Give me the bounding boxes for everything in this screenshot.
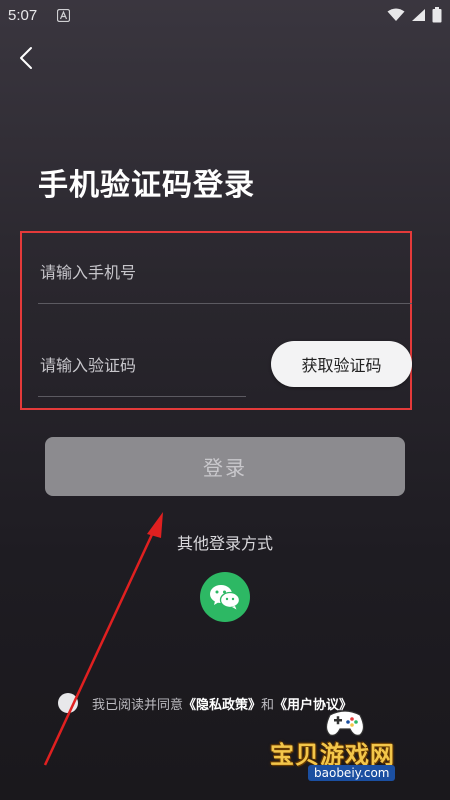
agreement-prefix: 我已阅读并同意: [92, 697, 184, 713]
page-title: 手机验证码登录: [38, 168, 255, 203]
agree-checkbox[interactable]: [58, 693, 78, 713]
wifi-icon: [387, 8, 405, 21]
gamepad-logo-icon: [325, 710, 365, 736]
status-icons: [387, 7, 442, 23]
code-underline: [38, 396, 246, 397]
watermark-url: baobeiy.com: [308, 765, 396, 781]
notification-a-icon: [57, 9, 70, 22]
battery-icon: [432, 7, 442, 23]
other-login-label: 其他登录方式: [176, 534, 273, 553]
code-input[interactable]: [38, 346, 250, 384]
signal-icon: [412, 9, 425, 21]
back-button[interactable]: [16, 44, 46, 74]
status-bar: 5:07: [0, 0, 450, 32]
status-time: 5:07: [8, 7, 38, 24]
phone-underline: [38, 303, 412, 304]
phone-input[interactable]: [38, 253, 416, 291]
get-code-button[interactable]: 获取验证码: [271, 341, 412, 387]
privacy-policy-link[interactable]: 《隐私政策》: [183, 694, 261, 713]
wechat-icon: [210, 585, 241, 610]
chevron-left-icon: [20, 47, 32, 69]
wechat-login-button[interactable]: [200, 572, 250, 622]
watermark: 宝贝游戏网 baobeiy.com: [270, 705, 446, 795]
login-button[interactable]: 登录: [45, 437, 405, 496]
